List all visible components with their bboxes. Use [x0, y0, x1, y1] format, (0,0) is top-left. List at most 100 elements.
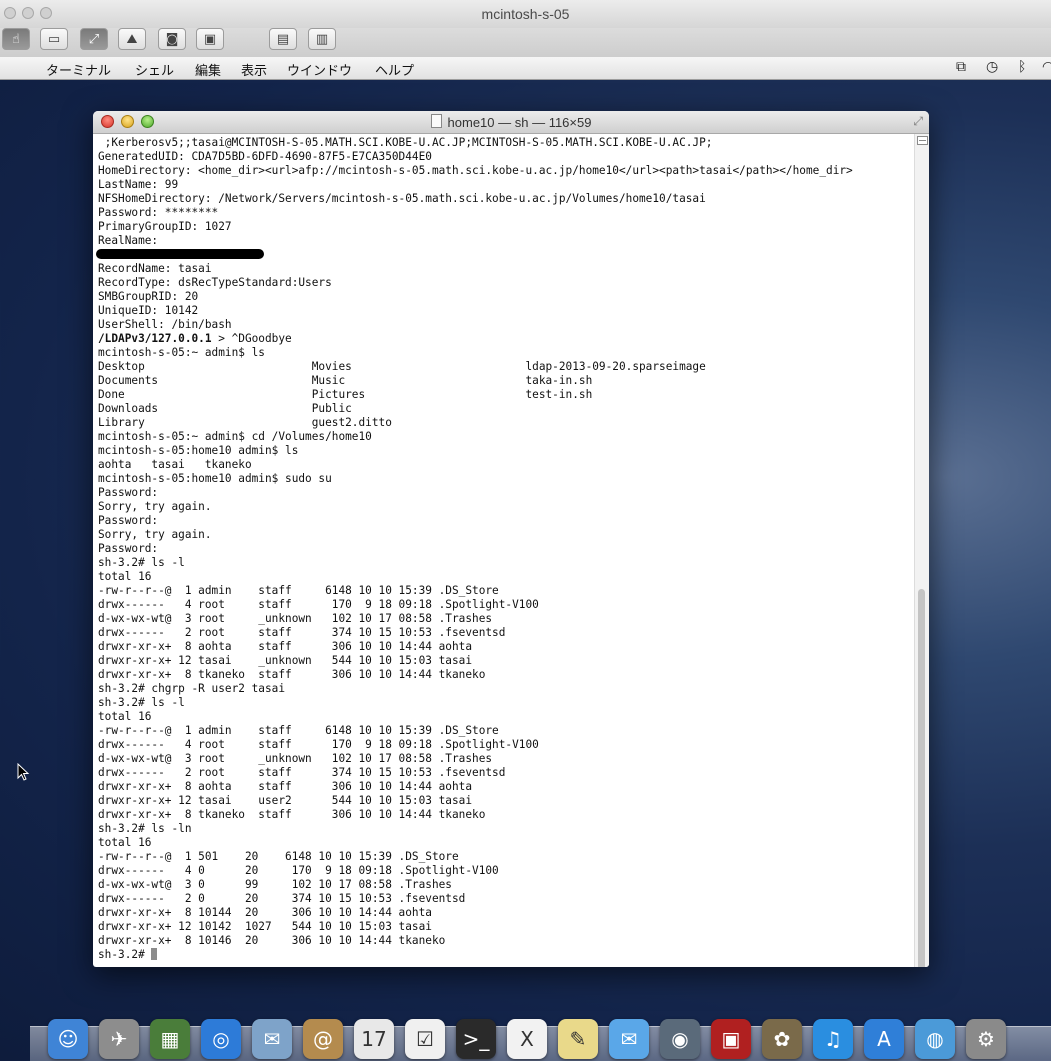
terminal-title-text: home10 — sh — 116×59: [447, 115, 592, 130]
terminal-line: Password:: [98, 542, 159, 555]
menu-help[interactable]: ヘルプ: [375, 60, 414, 79]
terminal-line: Library guest2.ditto: [98, 416, 392, 429]
clipboard-down-icon: ▤: [276, 31, 290, 47]
menu-view[interactable]: 表示: [241, 60, 267, 79]
terminal-line: mcintosh-s-05:~ admin$ cd /Volumes/home1…: [98, 430, 372, 443]
terminal-output[interactable]: ;Kerberosv5;;tasai@MCINTOSH-S-05.MATH.SC…: [93, 134, 915, 967]
terminal-line: drwx------ 2 root staff 374 10 15 10:53 …: [98, 766, 506, 779]
terminal-line: drwxr-xr-x+ 12 tasai _unknown 544 10 10 …: [98, 654, 473, 667]
mouse-pointer-icon: [17, 763, 30, 781]
mission-control-icon[interactable]: ▦: [150, 1019, 190, 1059]
terminal-line: SMBGroupRID: 20: [98, 290, 199, 303]
terminal-line: LastName: 99: [98, 178, 179, 191]
calendar-icon[interactable]: 17: [354, 1019, 394, 1059]
menu-terminal[interactable]: ターミナル: [46, 60, 111, 79]
photo-booth-icon[interactable]: ▣: [711, 1019, 751, 1059]
terminal-line: Password:: [98, 486, 159, 499]
terminal-line: drwxr-xr-x+ 12 tasai user2 544 10 10 15:…: [98, 794, 473, 807]
messages-icon[interactable]: ✉: [609, 1019, 649, 1059]
terminal-line: UserShell: /bin/bash: [98, 318, 232, 331]
terminal-line: drwxr-xr-x+ 8 tkaneko staff 306 10 10 14…: [98, 808, 486, 821]
terminal-line: sh-3.2# chgrp -R user2 tasai: [98, 682, 286, 695]
picture-icon: ▣: [203, 31, 217, 47]
terminal-line: Password: ********: [98, 206, 219, 219]
terminal-line: [96, 248, 915, 262]
dock: ☺ ✈ ▦ ◎ ✉ @17 ☑ >_ X ✎ ✉ ◉ ▣ ✿ ♫ A ◍ ⚙: [30, 1019, 1051, 1061]
control-mode-button[interactable]: ☝: [2, 28, 30, 50]
terminal-icon[interactable]: >_: [456, 1019, 496, 1059]
viewer-titlebar: mcintosh-s-05: [0, 0, 1051, 29]
terminal-line: sh-3.2# ls -l: [98, 556, 185, 569]
fullscreen-icon[interactable]: ⤢: [913, 114, 923, 129]
terminal-line: UniqueID: 10142: [98, 304, 199, 317]
time-machine-icon[interactable]: ◷: [986, 59, 998, 75]
curtain-button[interactable]: ⛰: [118, 28, 146, 50]
terminal-line: mcintosh-s-05:~ admin$ ls: [98, 346, 265, 359]
finder-icon[interactable]: ☺: [48, 1019, 88, 1059]
document-icon: [430, 114, 442, 128]
split-pane-icon[interactable]: [917, 136, 928, 145]
terminal-line: RecordName: tasai: [98, 262, 212, 275]
full-quality-button[interactable]: ▣: [196, 28, 224, 50]
screen-sharing-icon[interactable]: ⧉: [956, 59, 966, 75]
system-preferences-icon[interactable]: ⚙: [966, 1019, 1006, 1059]
app-store-icon[interactable]: A: [864, 1019, 904, 1059]
terminal-scrollbar[interactable]: [914, 134, 929, 967]
reminders-icon[interactable]: ☑: [405, 1019, 445, 1059]
launchpad-icon[interactable]: ✈: [99, 1019, 139, 1059]
get-clipboard-button[interactable]: ▤: [269, 28, 297, 50]
terminal-line: total 16: [98, 836, 152, 849]
pointer-hand-icon: ☝: [12, 31, 20, 47]
terminal-line: drwxr-xr-x+ 8 10144 20 306 10 10 14:44 a…: [98, 906, 432, 919]
scrollbar-thumb[interactable]: [918, 589, 925, 967]
viewer-title: mcintosh-s-05: [481, 6, 570, 22]
expand-arrows-icon: ⤢: [88, 31, 100, 47]
terminal-line: Downloads Public: [98, 402, 352, 415]
terminal-line: Documents Music taka-in.sh: [98, 374, 593, 387]
menu-edit[interactable]: 編集: [195, 60, 221, 79]
terminal-line: drwxr-xr-x+ 8 10146 20 306 10 10 14:44 t…: [98, 934, 446, 947]
network-globe-icon[interactable]: ◍: [915, 1019, 955, 1059]
terminal-line: NFSHomeDirectory: /Network/Servers/mcint…: [98, 192, 706, 205]
terminal-line: drwxr-xr-x+ 12 10142 1027 544 10 10 15:0…: [98, 920, 432, 933]
terminal-line: -rw-r--r--@ 1 admin staff 6148 10 10 15:…: [98, 724, 499, 737]
screenshot-button[interactable]: ◙: [158, 28, 186, 50]
terminal-line: mcintosh-s-05:home10 admin$ ls: [98, 444, 299, 457]
terminal-line: -rw-r--r--@ 1 501 20 6148 10 10 15:39 .D…: [98, 850, 459, 863]
clipboard-up-icon: ▥: [315, 31, 329, 47]
camera-icon: ◙: [165, 31, 179, 47]
text-cursor: [151, 948, 158, 960]
terminal-line: drwx------ 2 0 20 374 10 15 10:53 .fseve…: [98, 892, 466, 905]
menu-window[interactable]: ウインドウ: [287, 60, 352, 79]
fit-screen-button[interactable]: ⤢: [80, 28, 108, 50]
terminal-line: RealName:: [98, 234, 159, 247]
terminal-line: /LDAPv3/127.0.0.1 > ^DGoodbye: [98, 332, 292, 345]
send-clipboard-button[interactable]: ▥: [308, 28, 336, 50]
iphoto-icon[interactable]: ✿: [762, 1019, 802, 1059]
terminal-line: PrimaryGroupID: 1027: [98, 220, 232, 233]
facetime-icon[interactable]: ◉: [660, 1019, 700, 1059]
terminal-line: drwxr-xr-x+ 8 tkaneko staff 306 10 10 14…: [98, 668, 486, 681]
terminal-line: Desktop Movies ldap-2013-09-20.sparseima…: [98, 360, 706, 373]
wifi-icon[interactable]: ◠: [1042, 59, 1051, 75]
terminal-line: drwx------ 2 root staff 374 10 15 10:53 …: [98, 626, 506, 639]
bluetooth-icon[interactable]: ᛒ: [1018, 59, 1026, 75]
mail-icon[interactable]: ✉: [252, 1019, 292, 1059]
terminal-line: Password:: [98, 514, 159, 527]
itunes-icon[interactable]: ♫: [813, 1019, 853, 1059]
x11-icon[interactable]: X: [507, 1019, 547, 1059]
safari-icon[interactable]: ◎: [201, 1019, 241, 1059]
contacts-icon[interactable]: @: [303, 1019, 343, 1059]
observe-mode-button[interactable]: ▭: [40, 28, 68, 50]
terminal-line: ;Kerberosv5;;tasai@MCINTOSH-S-05.MATH.SC…: [98, 136, 713, 149]
menu-shell[interactable]: シェル: [135, 60, 174, 79]
curtain-icon: ⛰: [126, 31, 138, 47]
terminal-line: drwxr-xr-x+ 8 aohta staff 306 10 10 14:4…: [98, 780, 473, 793]
terminal-line: Sorry, try again.: [98, 528, 212, 541]
terminal-line: sh-3.2# ls -l: [98, 696, 185, 709]
viewer-toolbar: ☝ ▭ ⤢ ⛰ ◙ ▣ ▤ ▥: [0, 28, 1051, 58]
terminal-titlebar[interactable]: home10 — sh — 116×59 ⤢: [93, 111, 929, 134]
terminal-line: Sorry, try again.: [98, 500, 212, 513]
stickies-icon[interactable]: ✎: [558, 1019, 598, 1059]
menubar: ターミナル シェル 編集 表示 ウインドウ ヘルプ ⧉ ◷ ᛒ ◠: [0, 57, 1051, 80]
